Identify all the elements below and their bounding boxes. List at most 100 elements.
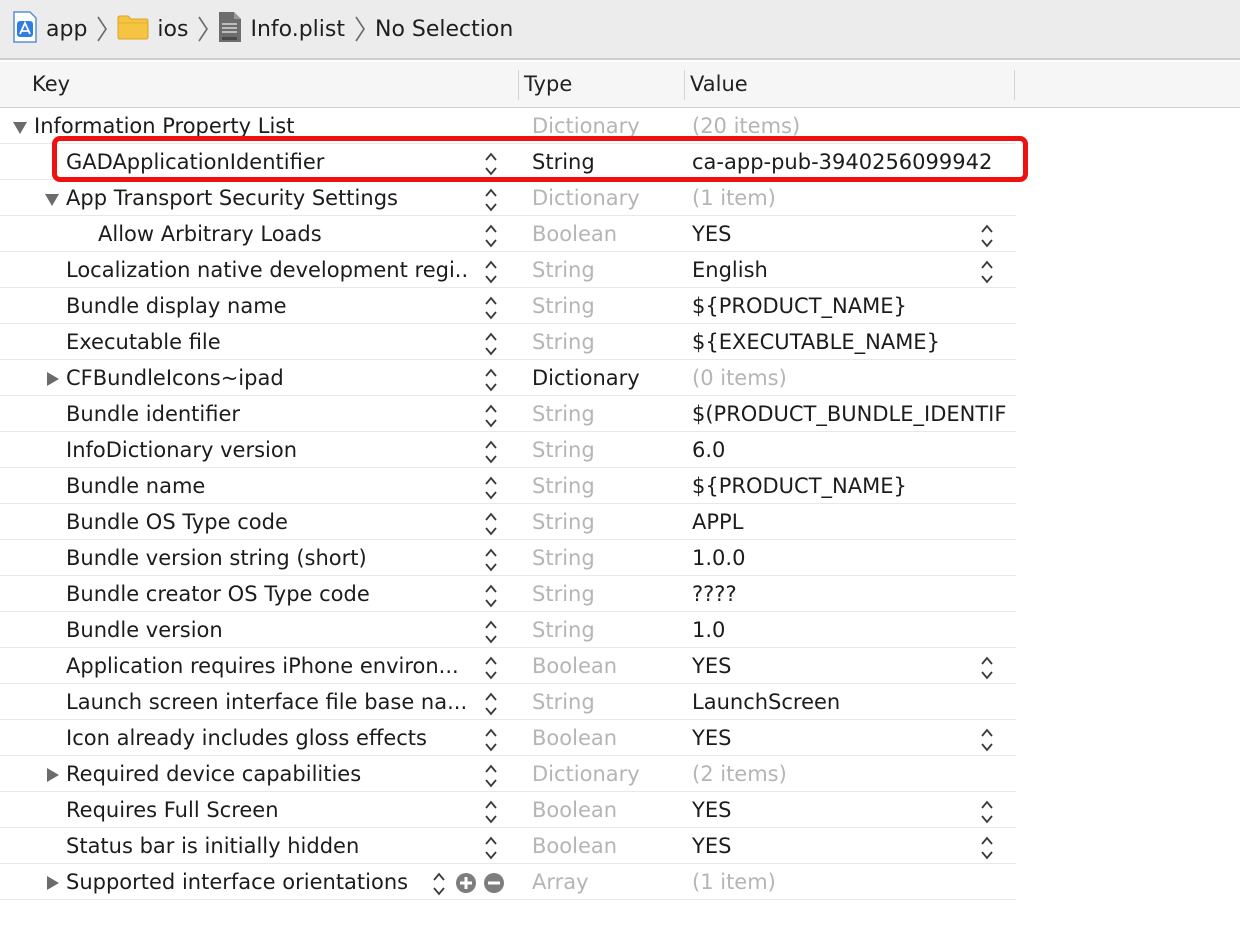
- row-value[interactable]: ${EXECUTABLE_NAME}: [692, 324, 1014, 360]
- breadcrumb-app[interactable]: app: [12, 0, 87, 59]
- row-value[interactable]: LaunchScreen: [692, 684, 1014, 720]
- table-row[interactable]: CFBundleIcons~ipad Dictionary (0 items): [0, 360, 1240, 396]
- row-key[interactable]: Executable file: [66, 324, 470, 360]
- table-row[interactable]: Bundle creator OS Type code String????: [0, 576, 1240, 612]
- breadcrumb-ios[interactable]: ios: [117, 0, 188, 59]
- row-value[interactable]: APPL: [692, 504, 1014, 540]
- table-row[interactable]: Icon already includes gloss effects Boole…: [0, 720, 1240, 756]
- row-type[interactable]: Boolean: [532, 216, 682, 252]
- row-key[interactable]: InfoDictionary version: [66, 432, 470, 468]
- key-type-stepper[interactable]: [484, 799, 498, 825]
- key-type-stepper[interactable]: [484, 511, 498, 537]
- key-type-stepper[interactable]: [484, 655, 498, 681]
- row-value[interactable]: (2 items): [692, 756, 1014, 792]
- breadcrumb-info-plist[interactable]: Info.plist: [218, 0, 345, 59]
- row-key[interactable]: Icon already includes gloss effects: [66, 720, 470, 756]
- value-stepper[interactable]: [980, 835, 994, 861]
- row-value[interactable]: (1 item): [692, 864, 1014, 900]
- key-type-stepper[interactable]: [484, 259, 498, 285]
- table-row[interactable]: Bundle version String 1.0: [0, 612, 1240, 648]
- key-type-stepper[interactable]: [484, 439, 498, 465]
- row-type[interactable]: Dictionary: [532, 180, 682, 216]
- table-row[interactable]: Bundle name String ${PRODUCT_NAME}: [0, 468, 1240, 504]
- row-value[interactable]: ${PRODUCT_NAME}: [692, 468, 1014, 504]
- key-type-stepper[interactable]: [484, 619, 498, 645]
- key-type-stepper[interactable]: [484, 727, 498, 753]
- row-type[interactable]: String: [532, 324, 682, 360]
- key-type-stepper[interactable]: [484, 475, 498, 501]
- table-row[interactable]: GADApplicationIdentifier String ca-app-pub…: [0, 144, 1240, 180]
- row-key[interactable]: Bundle version string (short): [66, 540, 470, 576]
- table-row[interactable]: Supported interface orientations Array (1 …: [0, 864, 1240, 900]
- table-row[interactable]: Status bar is initially hidden Boolean YES: [0, 828, 1240, 864]
- row-key[interactable]: Bundle version: [66, 612, 470, 648]
- table-row[interactable]: Information Property List Dictionary (20 i…: [0, 108, 1240, 144]
- row-type[interactable]: String: [532, 612, 682, 648]
- disclosure-collapsed-icon[interactable]: [44, 371, 60, 387]
- row-value[interactable]: YES: [692, 648, 1014, 684]
- row-type[interactable]: Dictionary: [532, 360, 682, 396]
- row-type[interactable]: String: [532, 144, 682, 180]
- row-type[interactable]: Array: [532, 864, 682, 900]
- key-type-stepper[interactable]: [484, 691, 498, 717]
- table-row[interactable]: Required device capabilities Dictionary (2…: [0, 756, 1240, 792]
- key-type-stepper[interactable]: [484, 583, 498, 609]
- key-type-stepper[interactable]: [484, 835, 498, 861]
- row-key[interactable]: Allow Arbitrary Loads: [98, 216, 470, 252]
- row-type[interactable]: String: [532, 504, 682, 540]
- table-row[interactable]: Launch screen interface file base na... S…: [0, 684, 1240, 720]
- row-key[interactable]: Supported interface orientations: [66, 864, 470, 900]
- row-key[interactable]: Status bar is initially hidden: [66, 828, 470, 864]
- row-type[interactable]: String: [532, 252, 682, 288]
- column-divider[interactable]: [684, 70, 685, 100]
- table-row[interactable]: Localization native development regi... S…: [0, 252, 1240, 288]
- row-type[interactable]: String: [532, 432, 682, 468]
- row-key[interactable]: Bundle OS Type code: [66, 504, 470, 540]
- table-row[interactable]: Bundle display name String ${PRODUCT_NAME}: [0, 288, 1240, 324]
- table-row[interactable]: Bundle OS Type code String APPL: [0, 504, 1240, 540]
- disclosure-collapsed-icon[interactable]: [44, 875, 60, 891]
- disclosure-expanded-icon[interactable]: [12, 119, 28, 135]
- row-type[interactable]: Boolean: [532, 792, 682, 828]
- column-header-value[interactable]: Value: [690, 62, 748, 107]
- key-type-stepper[interactable]: [484, 223, 498, 249]
- row-value[interactable]: 1.0.0: [692, 540, 1014, 576]
- value-stepper[interactable]: [980, 799, 994, 825]
- table-row[interactable]: Bundle identifier String $(PRODUCT_BUNDLE_…: [0, 396, 1240, 432]
- key-type-stepper[interactable]: [484, 403, 498, 429]
- value-stepper[interactable]: [980, 727, 994, 753]
- row-key[interactable]: Information Property List: [34, 108, 470, 144]
- row-value[interactable]: YES: [692, 720, 1014, 756]
- row-key[interactable]: Localization native development regi...: [66, 252, 470, 288]
- row-type[interactable]: Boolean: [532, 648, 682, 684]
- row-type[interactable]: String: [532, 288, 682, 324]
- row-key[interactable]: GADApplicationIdentifier: [66, 144, 470, 180]
- column-header-key[interactable]: Key: [32, 62, 70, 107]
- breadcrumb-no-selection[interactable]: No Selection: [375, 0, 513, 59]
- row-type[interactable]: Dictionary: [532, 108, 682, 144]
- row-type[interactable]: String: [532, 684, 682, 720]
- add-icon[interactable]: [455, 872, 477, 894]
- row-value[interactable]: (0 items): [692, 360, 1014, 396]
- row-key[interactable]: Bundle display name: [66, 288, 470, 324]
- row-value[interactable]: (1 item): [692, 180, 1014, 216]
- row-key[interactable]: Required device capabilities: [66, 756, 470, 792]
- key-type-stepper[interactable]: [484, 331, 498, 357]
- row-key[interactable]: Bundle identifier: [66, 396, 470, 432]
- column-divider[interactable]: [1014, 70, 1015, 100]
- value-stepper[interactable]: [980, 223, 994, 249]
- key-type-stepper[interactable]: [484, 187, 498, 213]
- table-row[interactable]: Allow Arbitrary Loads Boolean YES: [0, 216, 1240, 252]
- row-key[interactable]: Requires Full Screen: [66, 792, 470, 828]
- row-value[interactable]: 6.0: [692, 432, 1014, 468]
- row-type[interactable]: Boolean: [532, 828, 682, 864]
- table-row[interactable]: Bundle version string (short) String 1.0.0: [0, 540, 1240, 576]
- key-type-stepper[interactable]: [432, 871, 446, 897]
- disclosure-collapsed-icon[interactable]: [44, 767, 60, 783]
- row-value[interactable]: ${PRODUCT_NAME}: [692, 288, 1014, 324]
- row-value[interactable]: $(PRODUCT_BUNDLE_IDENTIF: [692, 396, 1014, 432]
- table-row[interactable]: Requires Full Screen Boolean YES: [0, 792, 1240, 828]
- row-value[interactable]: (20 items): [692, 108, 1014, 144]
- table-row[interactable]: InfoDictionary version String 6.0: [0, 432, 1240, 468]
- value-stepper[interactable]: [980, 259, 994, 285]
